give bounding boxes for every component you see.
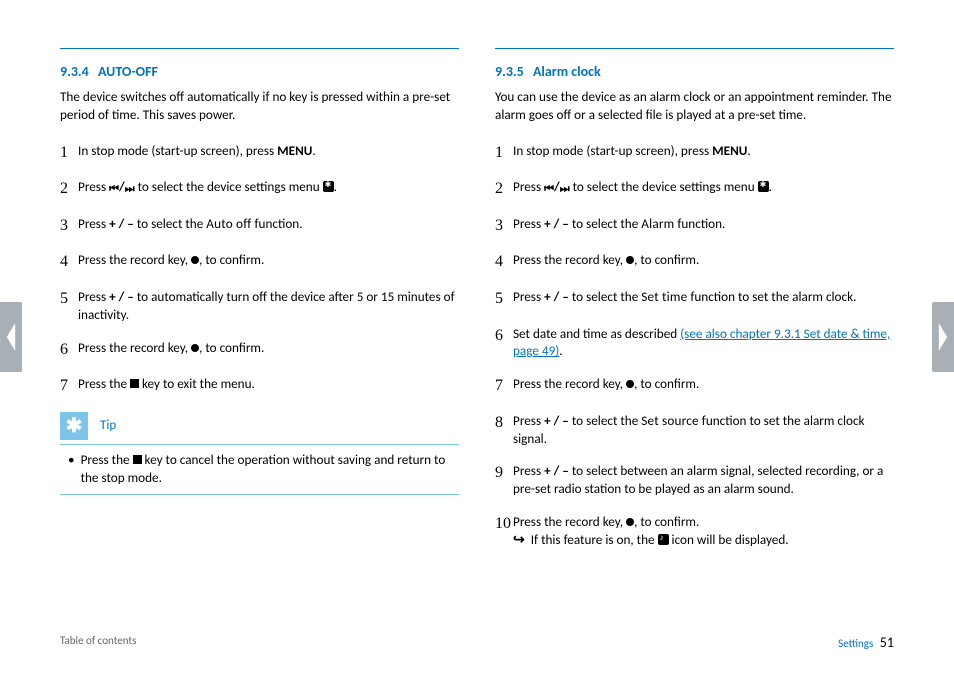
page-content: 9.3.4 AUTO-OFF The device switches off a… (0, 0, 954, 593)
heading-auto-off: 9.3.4 AUTO-OFF (60, 63, 459, 80)
stop-icon (130, 379, 139, 388)
step-6: 6 Press the record key, , to confirm. (60, 339, 459, 361)
gear-icon (758, 181, 769, 192)
heading-number: 9.3.5 (495, 63, 524, 80)
tip-text: Press the key to cancel the operation wi… (66, 451, 453, 487)
record-icon (626, 380, 634, 388)
page-number: 51 (880, 634, 894, 651)
heading-title: AUTO-OFF (98, 63, 158, 80)
heading-number: 9.3.4 (60, 63, 89, 80)
step-6: 6 Set date and time as described (see al… (495, 325, 894, 361)
step-10: 10 Press the record key, , to confirm. I… (495, 513, 894, 550)
prev-page-button[interactable] (0, 302, 22, 372)
step-5: 5 Press + / – to select the Set time fun… (495, 288, 894, 310)
section-auto-off: 9.3.4 AUTO-OFF The device switches off a… (60, 48, 459, 565)
step-2: 2 Press / to select the device settings … (60, 178, 459, 200)
step-1: 1 In stop mode (start-up screen), press … (60, 142, 459, 164)
step-7: 7 Press the key to exit the menu. (60, 375, 459, 397)
step-4: 4 Press the record key, , to confirm. (60, 251, 459, 273)
section-rule (60, 48, 459, 49)
toc-link[interactable]: Table of contents (60, 634, 136, 651)
heading-alarm-clock: 9.3.5 Alarm clock (495, 63, 894, 80)
steps-list: 1 In stop mode (start-up screen), press … (495, 142, 894, 550)
section-rule (495, 48, 894, 49)
step-2: 2 Press / to select the device settings … (495, 178, 894, 200)
section-alarm-clock: 9.3.5 Alarm clock You can use the device… (495, 48, 894, 565)
step-3: 3 Press + / – to select the Auto off fun… (60, 215, 459, 237)
result-arrow-icon (513, 531, 531, 548)
page-footer: Table of contents Settings 51 (60, 634, 894, 651)
gear-icon (323, 181, 334, 192)
step-1: 1 In stop mode (start-up screen), press … (495, 142, 894, 164)
step-7: 7 Press the record key, , to confirm. (495, 375, 894, 397)
alarm-icon (658, 534, 669, 545)
section-name[interactable]: Settings (838, 637, 873, 650)
steps-list: 1 In stop mode (start-up screen), press … (60, 142, 459, 397)
tip-star-icon: ✱ (60, 412, 88, 440)
step-3: 3 Press + / – to select the Alarm functi… (495, 215, 894, 237)
record-icon (191, 344, 199, 352)
record-icon (626, 518, 634, 526)
next-page-button[interactable] (932, 302, 954, 372)
step-9: 9 Press + / – to select between an alarm… (495, 462, 894, 498)
step-5: 5 Press + / – to automatically turn off … (60, 288, 459, 324)
skip-forward-icon (125, 179, 135, 197)
step-8: 8 Press + / – to select the Set source f… (495, 412, 894, 448)
heading-title: Alarm clock (533, 63, 601, 80)
intro-text: You can use the device as an alarm clock… (495, 88, 894, 124)
record-icon (191, 256, 199, 264)
stop-icon (133, 455, 142, 464)
skip-back-icon (544, 179, 554, 197)
step-4: 4 Press the record key, , to confirm. (495, 251, 894, 273)
skip-forward-icon (560, 179, 570, 197)
record-icon (626, 256, 634, 264)
tip-block: ✱ Tip Press the key to cancel the operat… (60, 412, 459, 496)
tip-label: Tip (100, 418, 116, 433)
skip-back-icon (109, 179, 119, 197)
intro-text: The device switches off automatically if… (60, 88, 459, 124)
